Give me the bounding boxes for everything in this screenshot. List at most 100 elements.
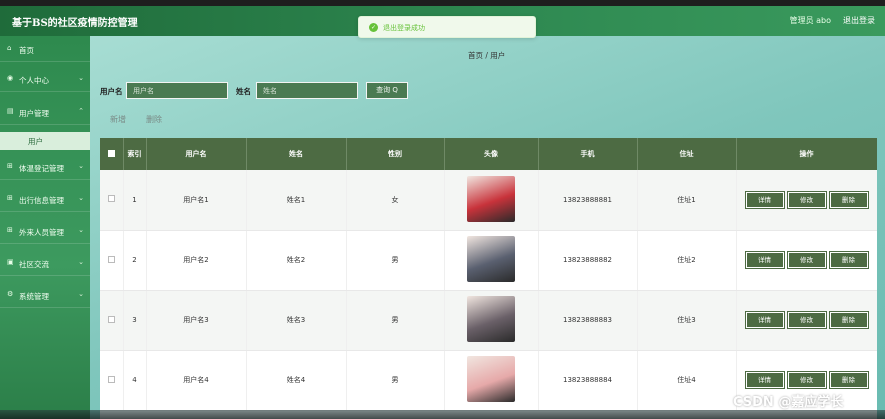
row-name: 姓名1 — [246, 170, 347, 231]
column-header[interactable]: 性别 — [346, 138, 445, 170]
delete-button[interactable]: 删除 — [828, 371, 869, 389]
row-index: 1 — [123, 170, 147, 231]
row-gender: 男 — [346, 230, 445, 291]
row-checkbox[interactable] — [100, 170, 124, 231]
sidebar-item-visitors[interactable]: ⊞ 外来人员管理 ⌄ — [0, 218, 90, 244]
edit-button[interactable]: 修改 — [786, 251, 827, 269]
grid-icon: ⊞ — [7, 194, 13, 202]
row-checkbox[interactable] — [100, 290, 124, 351]
row-username: 用户名2 — [146, 230, 247, 291]
home-icon: ⌂ — [7, 44, 12, 52]
row-avatar-cell — [444, 230, 539, 291]
sidebar-item-label: 外来人员管理 — [19, 228, 64, 237]
edit-button[interactable]: 修改 — [786, 311, 827, 329]
table-header-row: 索引 用户名 姓名 性别 头像 手机 住址 操作 — [100, 138, 877, 170]
column-header: 索引 — [123, 138, 147, 170]
row-avatar-cell — [444, 170, 539, 231]
sidebar-item-community[interactable]: ▣ 社区交流 ⌄ — [0, 250, 90, 276]
person-icon: ◉ — [7, 74, 14, 82]
batch-delete-button[interactable]: 删除 — [146, 114, 162, 125]
column-header[interactable]: 手机 — [538, 138, 638, 170]
windows-taskbar — [0, 410, 885, 419]
sidebar-subitem-user[interactable]: 用户 — [0, 132, 90, 150]
table-row: 2 用户名2 姓名2 男 13823888882 住址2 详情 修改 删除 — [100, 230, 877, 291]
row-username: 用户名3 — [146, 290, 247, 351]
success-toast: ✓ 退出登录成功 — [358, 16, 536, 38]
toast-message: 退出登录成功 — [383, 24, 425, 32]
table-row: 3 用户名3 姓名3 男 13823888883 住址3 详情 修改 删除 — [100, 290, 877, 351]
row-address: 住址1 — [637, 170, 737, 231]
avatar — [467, 296, 515, 342]
user-table: 索引 用户名 姓名 性别 头像 手机 住址 操作 1 用户名1 姓名1 女 138238… — [100, 138, 877, 419]
column-header[interactable]: 用户名 — [146, 138, 247, 170]
row-phone: 13823888884 — [538, 350, 638, 411]
sidebar-item-users[interactable]: ▤ 用户管理 ⌃ — [0, 99, 90, 125]
edit-button[interactable]: 修改 — [786, 190, 827, 209]
gear-icon: ⚙ — [7, 290, 14, 298]
row-name: 姓名2 — [246, 230, 347, 291]
edit-button[interactable]: 修改 — [786, 371, 827, 389]
grid-icon: ⊞ — [7, 162, 13, 170]
detail-button[interactable]: 详情 — [744, 251, 785, 269]
select-all-checkbox[interactable] — [100, 138, 124, 170]
detail-button[interactable]: 详情 — [744, 311, 785, 329]
row-avatar-cell — [444, 290, 539, 351]
row-actions: 详情 修改 删除 — [736, 290, 877, 351]
sidebar-item-system[interactable]: ⚙ 系统管理 ⌄ — [0, 282, 90, 308]
sidebar: ⌂ 首页 ◉ 个人中心 ⌄ ▤ 用户管理 ⌃ 用户 ⊞ 体温登记管理 ⌄ ⊞ 出… — [0, 36, 90, 419]
column-header[interactable]: 姓名 — [246, 138, 347, 170]
row-phone: 13823888883 — [538, 290, 638, 351]
sidebar-item-label: 社区交流 — [19, 260, 49, 269]
users-icon: ▤ — [7, 107, 14, 115]
csdn-watermark: CSDN @嘉应学长 — [733, 395, 844, 410]
row-checkbox[interactable] — [100, 230, 124, 291]
name-search-input[interactable] — [256, 82, 358, 99]
row-actions: 详情 修改 删除 — [736, 170, 877, 231]
chevron-up-icon: ⌃ — [78, 107, 84, 115]
chevron-down-icon: ⌄ — [78, 162, 84, 170]
name-search-label: 姓名 — [236, 87, 251, 96]
query-button[interactable]: 查询 Q — [366, 82, 408, 99]
grid-icon: ⊞ — [7, 226, 13, 234]
row-phone: 13823888882 — [538, 230, 638, 291]
logout-link[interactable]: 退出登录 — [843, 15, 875, 26]
chevron-down-icon: ⌄ — [78, 290, 84, 298]
row-avatar-cell — [444, 350, 539, 411]
row-name: 姓名3 — [246, 290, 347, 351]
current-user: 管理员 abo — [789, 16, 831, 25]
add-button[interactable]: 新增 — [110, 114, 126, 125]
check-circle-icon: ✓ — [369, 23, 378, 32]
avatar — [467, 236, 515, 282]
row-gender: 男 — [346, 290, 445, 351]
row-checkbox[interactable] — [100, 350, 124, 411]
sidebar-item-label: 系统管理 — [19, 292, 49, 301]
row-username: 用户名4 — [146, 350, 247, 411]
row-index: 2 — [123, 230, 147, 291]
sidebar-item-home[interactable]: ⌂ 首页 — [0, 36, 90, 62]
sidebar-subitem-label: 用户 — [28, 137, 43, 146]
delete-button[interactable]: 删除 — [828, 251, 869, 269]
delete-button[interactable]: 删除 — [828, 190, 869, 209]
row-gender: 男 — [346, 350, 445, 411]
detail-button[interactable]: 详情 — [744, 371, 785, 389]
row-index: 4 — [123, 350, 147, 411]
avatar — [467, 356, 515, 402]
sidebar-item-travel[interactable]: ⊞ 出行信息管理 ⌄ — [0, 186, 90, 212]
sidebar-item-profile[interactable]: ◉ 个人中心 ⌄ — [0, 66, 90, 92]
main-content: 首页 / 用户 用户名 姓名 查询 Q 新增 删除 索引 用户名 姓名 性别 头… — [90, 36, 885, 419]
row-gender: 女 — [346, 170, 445, 231]
row-phone: 13823888881 — [538, 170, 638, 231]
sidebar-item-label: 用户管理 — [19, 109, 49, 118]
table-row: 1 用户名1 姓名1 女 13823888881 住址1 详情 修改 删除 — [100, 170, 877, 231]
avatar — [467, 175, 515, 222]
detail-button[interactable]: 详情 — [744, 190, 785, 209]
sidebar-item-label: 首页 — [19, 46, 34, 55]
breadcrumb: 首页 / 用户 — [468, 51, 506, 60]
username-search-input[interactable] — [126, 82, 228, 99]
row-name: 姓名4 — [246, 350, 347, 411]
sidebar-item-temperature[interactable]: ⊞ 体温登记管理 ⌄ — [0, 154, 90, 180]
column-header[interactable]: 住址 — [637, 138, 737, 170]
delete-button[interactable]: 删除 — [828, 311, 869, 329]
row-address: 住址3 — [637, 290, 737, 351]
row-index: 3 — [123, 290, 147, 351]
